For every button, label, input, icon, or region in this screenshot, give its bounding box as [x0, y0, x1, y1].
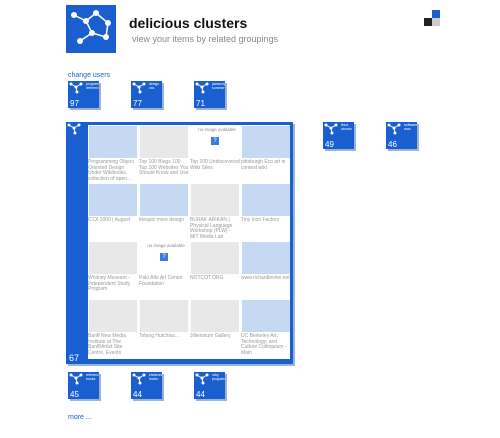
- cluster-tile[interactable]: design css 77: [131, 81, 162, 108]
- bookmark-thumbnail[interactable]: [191, 242, 239, 274]
- cluster-count: 45: [70, 390, 79, 399]
- bookmark-caption[interactable]: Whitney Museum - Independent Study Progr…: [88, 275, 138, 293]
- page-title: delicious clusters: [129, 15, 248, 31]
- expanded-cluster[interactable]: 67 Programming Object Oriented Design Un…: [66, 122, 293, 364]
- bookmark-thumbnail[interactable]: [191, 300, 239, 332]
- bookmark-caption[interactable]: UC Berkeley Art, Technology, and Culture…: [241, 333, 291, 356]
- bookmark-caption[interactable]: pittsburgh Eco art in context wiki: [241, 159, 291, 171]
- bookmark-item[interactable]: Tofang Hutchiso...: [139, 299, 189, 357]
- cluster-count: 44: [196, 390, 205, 399]
- bookmark-caption[interactable]: BURAK ARIKAN | Physical Language Worksho…: [190, 217, 240, 240]
- network-graph-icon: [67, 123, 81, 135]
- bookmark-thumbnail[interactable]: [242, 184, 290, 216]
- cluster-count: 67: [69, 353, 80, 363]
- cluster-label: program reference: [86, 82, 99, 90]
- cluster-tile[interactable]: electronics howto 44: [131, 372, 162, 399]
- bookmark-caption[interactable]: ICOI.1000 | August: [88, 217, 138, 224]
- bookmark-thumbnail[interactable]: [140, 126, 188, 158]
- network-graph-icon: [132, 82, 146, 94]
- cluster-tile[interactable]: javascript summer 71: [194, 81, 225, 108]
- change-users-link[interactable]: change users: [68, 72, 110, 79]
- network-graph-icon: [195, 82, 209, 94]
- bookmark-item[interactable]: UC Berkeley Art, Technology, and Culture…: [241, 299, 291, 357]
- question-mark-icon: ?: [211, 137, 219, 145]
- bookmark-item[interactable]: ICOI.1000 | August: [88, 183, 138, 241]
- bookmark-caption[interactable]: Top 100 Blogs 100 Top 100 Websites You S…: [139, 159, 189, 177]
- bookmark-item[interactable]: pittsburgh Eco art in context wiki: [241, 125, 291, 183]
- no-image-label: no image available: [147, 243, 185, 248]
- network-graph-icon: [69, 82, 83, 94]
- cluster-label: linux ubuntu: [341, 123, 352, 131]
- network-graph-icon: [195, 373, 209, 385]
- network-graph-icon: [387, 123, 401, 135]
- bookmark-caption[interactable]: Tofang Hutchiso...: [139, 333, 189, 340]
- bookmark-thumbnail[interactable]: [89, 242, 137, 274]
- cluster-label: electronics howto: [149, 373, 162, 381]
- bookmark-thumbnail[interactable]: no image available?: [191, 126, 239, 158]
- bookmark-caption[interactable]: Jilliennium Gallery: [190, 333, 240, 340]
- bookmark-thumbnail[interactable]: [140, 184, 188, 216]
- cluster-label: design css: [149, 82, 160, 90]
- bookmark-thumbnail[interactable]: [89, 300, 137, 332]
- cluster-count: 49: [325, 140, 334, 149]
- cluster-count: 46: [388, 140, 397, 149]
- cluster-count: 44: [133, 390, 142, 399]
- network-graph-icon: [132, 373, 146, 385]
- bookmark-item[interactable]: Programming Object Oriented Design Under…: [88, 125, 138, 183]
- bookmark-item[interactable]: no image available? Palo Alto Art Center …: [139, 241, 189, 299]
- bookmark-caption[interactable]: Banff New Media Institute at The Banff/A…: [88, 333, 138, 356]
- bookmark-thumbnail[interactable]: [242, 126, 290, 158]
- cluster-label: reference books: [86, 373, 99, 381]
- bookmark-thumbnail[interactable]: [242, 300, 290, 332]
- page-subtitle: view your items by related groupings: [132, 34, 279, 44]
- bookmark-item[interactable]: thequiz more design: [139, 183, 189, 241]
- bookmark-thumbnail[interactable]: [89, 126, 137, 158]
- bookmark-thumbnail[interactable]: no image available?: [140, 242, 188, 274]
- cluster-label: software mac: [404, 123, 417, 131]
- bookmark-thumbnail[interactable]: [242, 242, 290, 274]
- cluster-map-icon[interactable]: [424, 10, 440, 26]
- cluster-count: 97: [70, 99, 79, 108]
- cluster-tile[interactable]: reference books 45: [68, 372, 99, 399]
- bookmark-caption[interactable]: Top 100 Undiscovered Web Sites: [190, 159, 240, 171]
- cluster-tile[interactable]: linux ubuntu 49: [323, 122, 354, 149]
- bookmark-caption[interactable]: thequiz more design: [139, 217, 189, 224]
- bookmark-item[interactable]: www.richardlevine.net: [241, 241, 291, 299]
- network-graph-icon: [69, 373, 83, 385]
- cluster-count: 77: [133, 99, 142, 108]
- more-link[interactable]: more ...: [68, 414, 92, 421]
- bookmark-caption[interactable]: Palo Alto Art Center Foundation: [139, 275, 189, 287]
- bookmark-caption[interactable]: NOTCOT.ORG: [190, 275, 240, 282]
- bookmark-item[interactable]: Tiny Icon Factory: [241, 183, 291, 241]
- bookmark-item[interactable]: Banff New Media Institute at The Banff/A…: [88, 299, 138, 357]
- network-graph-icon: [324, 123, 338, 135]
- cluster-label: ruby programming: [212, 373, 225, 381]
- bookmark-caption[interactable]: Programming Object Oriented Design Under…: [88, 159, 138, 182]
- cluster-label: javascript summer: [212, 82, 225, 90]
- bookmark-item[interactable]: Top 100 Blogs 100 Top 100 Websites You S…: [139, 125, 189, 183]
- cluster-tile[interactable]: software mac 46: [386, 122, 417, 149]
- cluster-tile[interactable]: ruby programming 44: [194, 372, 225, 399]
- bookmark-caption[interactable]: Tiny Icon Factory: [241, 217, 291, 224]
- bookmark-item[interactable]: Jilliennium Gallery: [190, 299, 240, 357]
- bookmark-thumbnail[interactable]: [89, 184, 137, 216]
- cluster-tile[interactable]: program reference 97: [68, 81, 99, 108]
- bookmark-thumbnail[interactable]: [191, 184, 239, 216]
- bookmark-thumbnail[interactable]: [140, 300, 188, 332]
- no-image-label: no image available: [198, 127, 236, 132]
- question-mark-icon: ?: [160, 253, 168, 261]
- bookmark-item[interactable]: BURAK ARIKAN | Physical Language Worksho…: [190, 183, 240, 241]
- cluster-count: 71: [196, 99, 205, 108]
- app-logo: [66, 5, 116, 53]
- bookmark-item[interactable]: no image available? Top 100 Undiscovered …: [190, 125, 240, 183]
- bookmark-caption[interactable]: www.richardlevine.net: [241, 275, 291, 282]
- bookmark-grid: Programming Object Oriented Design Under…: [88, 125, 290, 359]
- bookmark-item[interactable]: Whitney Museum - Independent Study Progr…: [88, 241, 138, 299]
- network-graph-icon: [71, 10, 111, 44]
- bookmark-item[interactable]: NOTCOT.ORG: [190, 241, 240, 299]
